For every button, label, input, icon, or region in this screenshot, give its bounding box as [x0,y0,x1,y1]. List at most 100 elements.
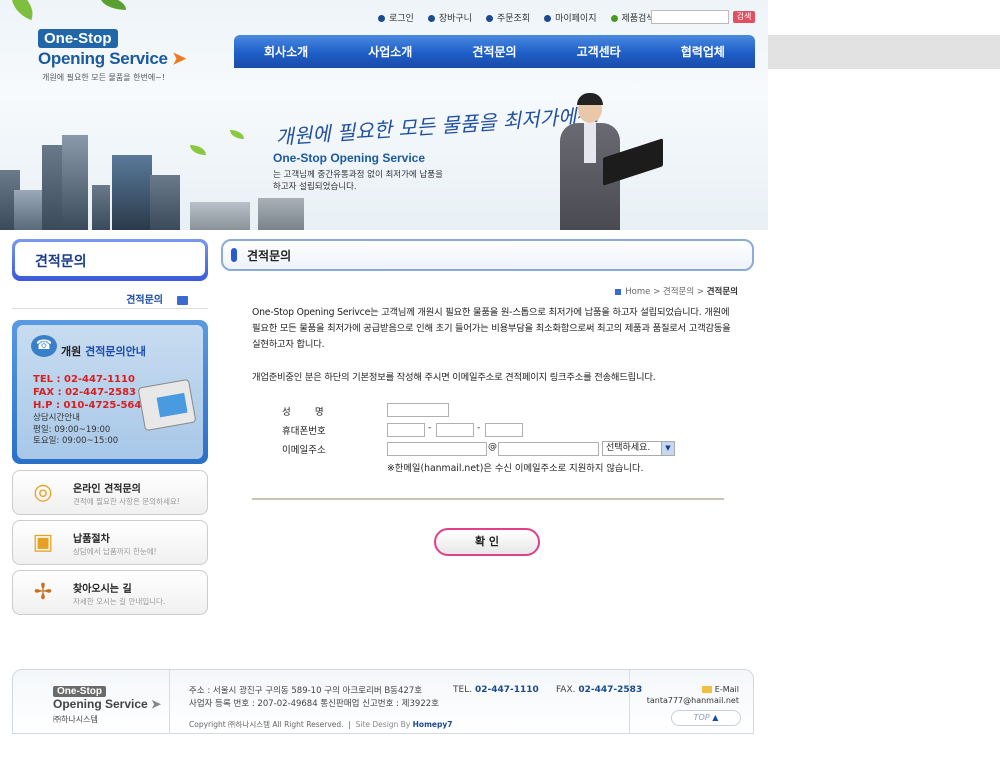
bullet-icon [427,15,435,22]
footer-fax: 02-447-2583 [578,685,643,695]
building-illustration [190,202,250,230]
phone-input-1[interactable] [387,423,425,437]
delivery-process-button[interactable]: ▣ 납품절차 상담에서 납품까지 한눈에! [12,520,208,565]
design-label: Site Design By [355,720,411,729]
footer-fax-label: FAX. [555,685,576,695]
home-up-icon: ▲ [712,713,719,722]
arrow-square-icon [177,295,188,305]
phone-dash: - [428,423,432,433]
top-utility-nav: 로그인 장바구니 주문조회 마이페이지 제품검색 [378,11,655,24]
product-search-input[interactable] [651,10,729,24]
leaf-decoration [100,0,126,10]
email-address[interactable]: tanta777@hanmail.net [647,695,739,706]
nav-item-estimate[interactable]: 견적문의 [472,43,516,60]
hours-saturday: 토요일: 09:00~15:00 [33,436,119,446]
logo-subtitle: 개원에 필요한 모든 물품을 한번에~! [42,73,166,82]
bullet-icon [544,15,552,22]
breadcrumb-mid[interactable]: 견적문의 [663,287,694,297]
visual-description: 는 고객님께 중간유통과정 없이 최저가에 납품을 하고자 설립되었습니다. [273,169,443,193]
email-domain-input[interactable] [498,442,599,456]
hours-title: 상담시간안내 [33,413,80,423]
footer-logo-arrow-icon: ➤ [147,697,162,711]
hours-weekday: 평일: 09:00~19:00 [33,424,111,435]
sidebar-item-label: 견적문의 [126,295,163,306]
sidebar-item-estimate[interactable]: 견적문의 [12,291,208,309]
signpost-icon: ✢ [33,580,53,605]
site-logo[interactable]: One-Stop Opening Service ➤ 개원에 필요한 모든 물품… [38,29,186,83]
visual-slogan: 개원에 필요한 모든 물품을 최저가에~! [274,102,602,150]
main-nav: 회사소개 사업소개 견적문의 고객센타 협력업체 [234,35,755,68]
header: One-Stop Opening Service ➤ 개원에 필요한 모든 물품… [0,0,768,230]
copyright-text: Copyright ㈜하나시스템 All Right Reserved. [189,720,344,729]
design-by-link[interactable]: Homepy7 [413,720,453,729]
search-button[interactable]: 검색 [733,11,755,23]
footer-address-line: 주소 : 서울시 광진구 구의동 589-10 구의 아크로리버 B동427호 [189,686,423,696]
directions-button[interactable]: ✢ 찾아오시는 길 자세한 오시는 길 안내입니다. [12,570,208,615]
side-button-title: 찾아오시는 길 [73,584,132,595]
leaf-decoration [5,0,39,21]
visual-description-line: 하고자 설립되었습니다. [273,182,357,192]
visual-brand: One-Stop Opening Service [273,151,426,165]
side-button-subtitle: 상담에서 납품까지 한눈에! [73,547,157,556]
top-link-login[interactable]: 로그인 [378,11,414,24]
footer-contact: TEL. 02-447-1110 FAX. 02-447-2583 [453,685,642,695]
phone-input-2[interactable] [436,423,474,437]
building-illustration [14,190,42,230]
nav-item-customer-center[interactable]: 고객센타 [577,43,621,60]
delivery-box-icon: ▣ [32,530,54,555]
form-divider [252,498,724,500]
tel-number: TEL : 02-447-1110 [33,374,135,385]
page-title: 견적문의 [247,249,292,263]
bullet-icon [378,15,385,22]
side-button-title: 온라인 견적문의 [73,484,141,495]
info-title-prefix: 개원 [61,345,82,358]
top-link-label: 마이페이지 [555,14,597,24]
coins-icon: ◎ [33,480,53,505]
logo-main-label: Opening Service [38,49,168,68]
footer-tel: 02-447-1110 [474,685,539,695]
nav-item-business[interactable]: 사업소개 [368,43,412,60]
top-button[interactable]: TOP ▲ [671,710,741,726]
footer-logo: One-Stop Opening Service ➤ ㈜하나시스템 [53,684,161,725]
top-link-label: 주문조회 [496,14,531,24]
notice-text: 개업준비중인 분은 하단의 기본정보를 작성해 주시면 이메일주소로 견적페이지… [252,372,656,383]
phone-label: 휴대폰번호 [282,426,326,437]
email-domain-select[interactable]: 선택하세요. ▼ [602,441,675,456]
top-link-mypage[interactable]: 마이페이지 [544,11,597,24]
email-note: ※한메일(hanmail.net)은 수신 이메일주소로 지원하지 않습니다. [387,463,644,474]
footer-business-info: 사업자 등록 번호 : 207-02-49684 통신판매업 신고번호 : 제3… [189,699,439,709]
home-icon [615,288,622,295]
footer-copyright: Copyright ㈜하나시스템 All Right Reserved. | S… [189,720,453,729]
building-illustration [112,155,152,230]
name-input[interactable] [387,403,449,417]
info-title-main: 견적문의안내 [85,345,146,358]
bullet-icon [485,15,493,22]
chevron-down-icon: ▼ [661,442,674,455]
email-id-input[interactable] [387,442,487,456]
top-link-label: 제품검색 [621,14,655,24]
online-estimate-button[interactable]: ◎ 온라인 견적문의 견적에 필요한 사항은 문의하세요! [12,470,208,515]
phone-dash: - [477,423,481,433]
logo-top-text: One-Stop [38,29,118,48]
nav-item-company[interactable]: 회사소개 [264,43,308,60]
top-link-label: 장바구니 [438,14,472,24]
top-link-order[interactable]: 주문조회 [485,11,531,24]
intro-text: One-Stop Opening Serivce는 고객님께 개원시 필요한 물… [252,307,731,350]
envelope-icon [701,686,712,693]
top-link-product-search: 제품검색 [610,11,655,24]
breadcrumb-home[interactable]: Home [625,287,650,297]
footer-logo-main: Opening Service ➤ [53,697,161,711]
confirm-button[interactable]: 확 인 [434,528,540,556]
sidebar-title: 견적문의 [12,239,208,281]
phone-device-icon [137,378,197,432]
footer-email: E-Mail tanta777@hanmail.net [647,684,739,706]
footer-divider [629,670,630,734]
top-link-cart[interactable]: 장바구니 [427,11,472,24]
footer-logo-main-label: Opening Service [53,697,148,711]
telephone-icon: ☎ [31,335,57,357]
footer-logo-top: One-Stop [53,686,106,697]
footer-tel-label: TEL. [453,685,473,695]
nav-item-partners[interactable]: 협력업체 [681,43,725,60]
phone-input-3[interactable] [485,423,523,437]
footer-address: 주소 : 서울시 광진구 구의동 589-10 구의 아크로리버 B동427호 … [189,685,439,711]
